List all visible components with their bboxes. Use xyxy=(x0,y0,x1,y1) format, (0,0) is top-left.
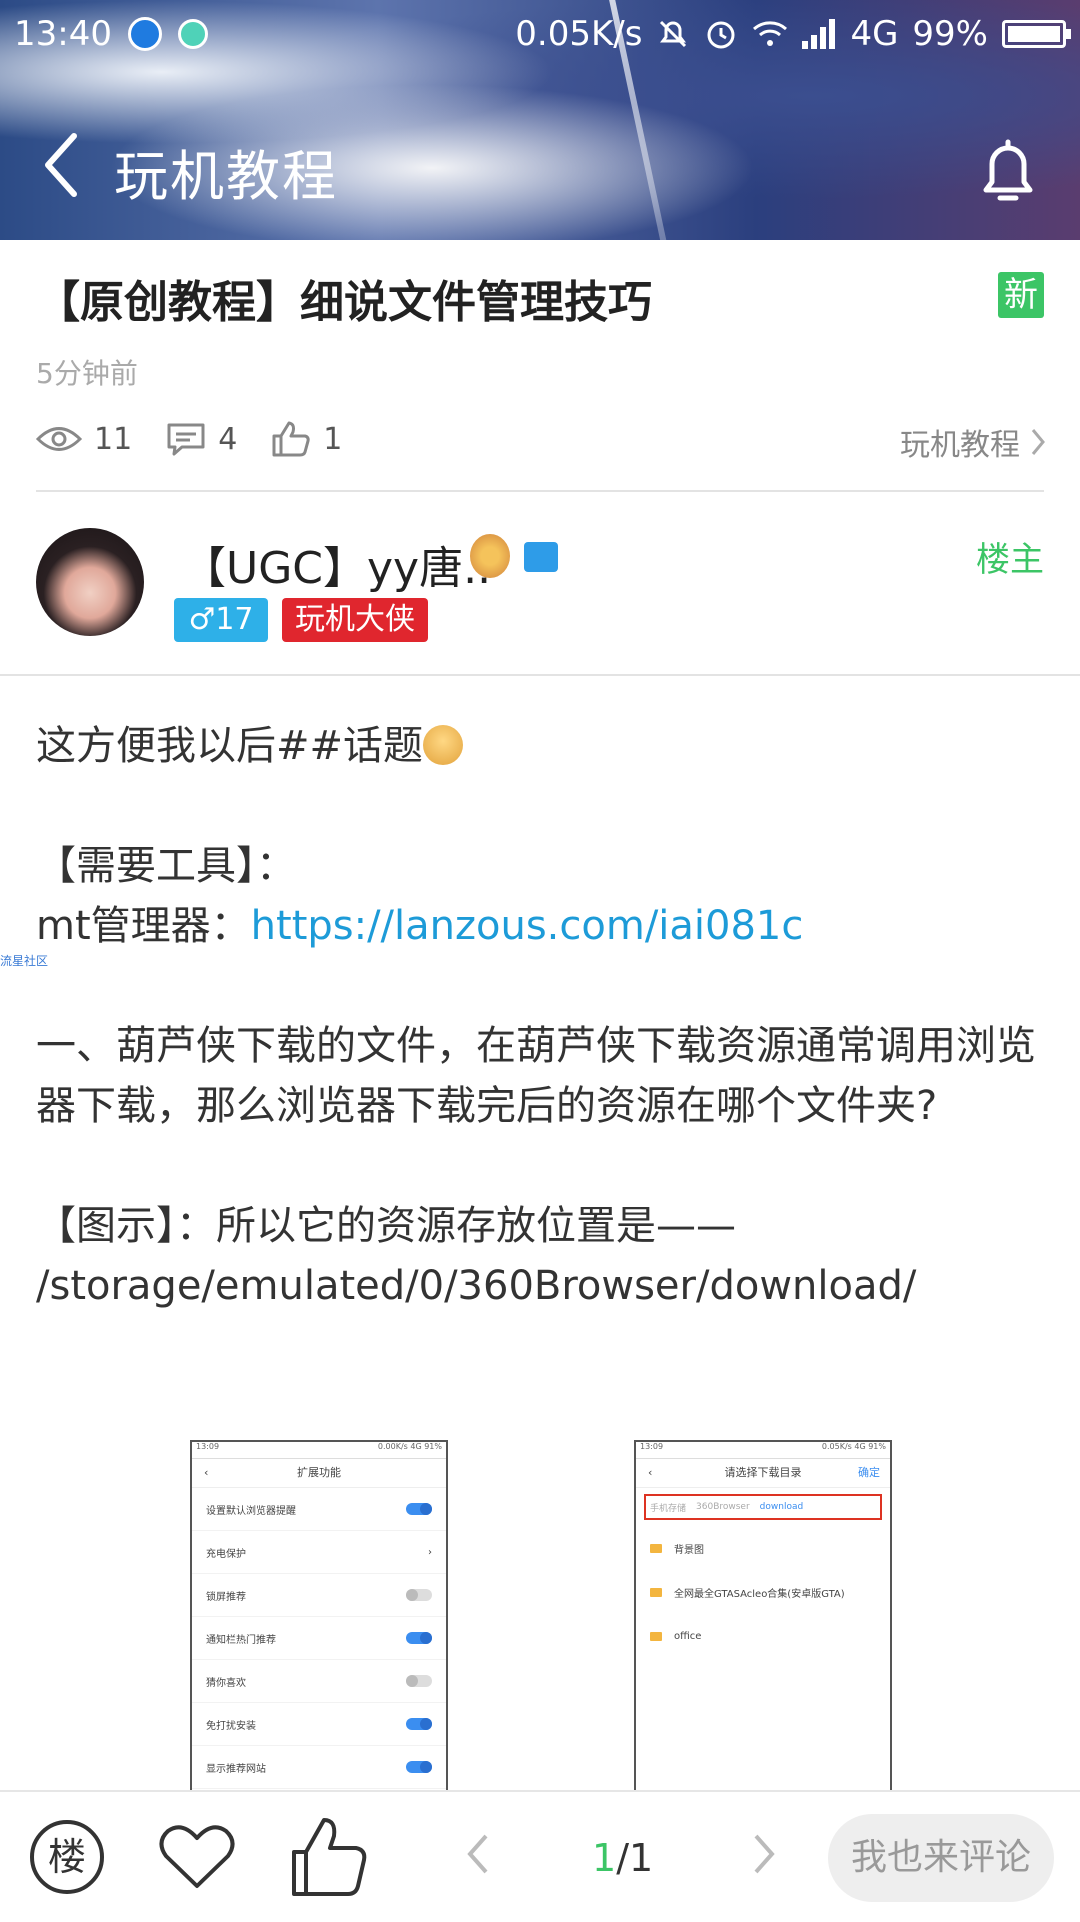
shot-row-label: 充电保护 xyxy=(206,1548,246,1560)
views-stat: 11 xyxy=(36,422,132,457)
shot-row-label: 显示推荐网站 xyxy=(206,1763,266,1775)
floor-icon-label: 楼 xyxy=(48,1835,86,1879)
category-link[interactable]: 玩机教程 xyxy=(900,420,1046,464)
folder-icon xyxy=(650,1543,662,1553)
rank-badge: 玩机大侠 xyxy=(282,598,428,642)
page-current: 1 xyxy=(592,1836,617,1880)
status-bar: 13:40 0.05K/s 4G 99% xyxy=(0,0,1080,70)
folder-icon xyxy=(650,1587,662,1597)
wifi-icon xyxy=(753,21,788,46)
likes-stat: 1 xyxy=(271,420,342,458)
toggle-off-icon xyxy=(406,1675,432,1687)
toggle-off-icon xyxy=(406,1589,432,1601)
video-icon xyxy=(524,542,558,572)
content-line: 这方便我以后##话题 xyxy=(36,723,424,769)
post-stats: 11 4 1 xyxy=(36,420,376,458)
app-notification-icon xyxy=(127,17,162,51)
comment-icon xyxy=(167,423,205,456)
new-badge: 新 xyxy=(998,272,1044,318)
battery-icon xyxy=(1002,20,1071,48)
tools-heading: 【需要工具】： xyxy=(36,843,296,889)
bell-icon[interactable] xyxy=(976,138,1040,208)
shot-row-label: 通知栏热门推荐 xyxy=(206,1634,276,1646)
signal-icon xyxy=(802,19,836,49)
avatar[interactable] xyxy=(36,528,144,636)
comment-input-button[interactable]: 我也来评论 xyxy=(828,1814,1054,1902)
toggle-on-icon xyxy=(406,1761,432,1773)
page-title: 玩机教程 xyxy=(114,145,338,208)
page-total: /1 xyxy=(616,1836,654,1880)
comments-count: 4 xyxy=(218,421,238,457)
floor-jump-icon[interactable]: 楼 xyxy=(28,1818,106,1896)
bottom-action-bar: 楼 1/1 我也来评论 xyxy=(0,1790,1080,1922)
op-label: 楼主 xyxy=(976,540,1044,580)
content-image-settings[interactable]: 13:09 0.00K/s 4G 91% ‹ 扩展功能 设置默认浏览器提醒 充电保护… xyxy=(190,1440,448,1800)
medal-icon xyxy=(470,534,510,578)
alarm-icon xyxy=(707,21,735,49)
shot-title: 请选择下载目录 xyxy=(724,1466,802,1479)
folder-label: 背景图 xyxy=(674,1544,704,1556)
content-image-download-dir[interactable]: 13:09 0.05K/s 4G 91% ‹ 请选择下载目录 确定 手机存储 360B… xyxy=(634,1440,892,1800)
battery-percent: 99% xyxy=(912,14,988,54)
watermark: 流星社区 xyxy=(0,954,49,968)
network-speed: 0.05K/s xyxy=(515,14,643,54)
thumbs-up-icon xyxy=(272,421,310,457)
content-paragraph: 一、葫芦侠下载的文件，在葫芦侠下载资源通常调用浏览器下载，那么浏览器下载完后的资… xyxy=(36,1023,1036,1129)
toggle-on-icon xyxy=(406,1503,432,1515)
heart-icon[interactable] xyxy=(158,1822,236,1892)
thumbs-up-icon[interactable] xyxy=(290,1814,368,1898)
shot-confirm: 确定 xyxy=(858,1466,880,1479)
tool-label: mt管理器： xyxy=(36,903,251,949)
chevron-right-icon xyxy=(1031,429,1045,455)
shot-row-label: 锁屏推荐 xyxy=(206,1591,246,1603)
divider xyxy=(0,674,1080,676)
category-label: 玩机教程 xyxy=(900,428,1020,463)
shot-status-info: 0.00K/s 4G 91% xyxy=(377,1442,442,1451)
chat-notification-icon xyxy=(177,19,208,49)
crumb: download xyxy=(759,1502,804,1512)
storage-path: /storage/emulated/0/360Browser/download/ xyxy=(36,1263,917,1309)
shot-row-label: 猜你喜欢 xyxy=(206,1677,246,1689)
shot-row-label: 设置默认浏览器提醒 xyxy=(206,1505,296,1517)
shot-status-time: 13:09 xyxy=(640,1442,664,1451)
comments-stat: 4 xyxy=(166,421,237,457)
figure-label: 【图示】：所以它的资源存放位置是—— xyxy=(36,1203,736,1249)
shot-title: 扩展功能 xyxy=(297,1466,341,1479)
folder-icon xyxy=(650,1631,662,1641)
likes-count: 1 xyxy=(323,421,343,457)
prev-page-icon[interactable] xyxy=(466,1832,490,1876)
post-content: 这方便我以后##话题 【需要工具】： mt管理器：https://lanzous… xyxy=(36,716,1044,1316)
page-indicator: 1/1 xyxy=(592,1836,653,1880)
crumb: 手机存储 xyxy=(650,1503,687,1514)
shot-row-label: 免打扰安装 xyxy=(206,1720,256,1732)
gender-level-badge: ♂17 xyxy=(174,598,268,642)
post-time: 5分钟前 xyxy=(36,357,138,390)
shot-status-time: 13:09 xyxy=(196,1442,220,1451)
header-banner: 13:40 0.05K/s 4G 99% 玩机教程 xyxy=(0,0,1080,240)
folder-label: 全网最全GTASAcleo合集(安卓版GTA) xyxy=(674,1588,845,1600)
next-page-icon[interactable] xyxy=(752,1832,776,1876)
mute-icon xyxy=(660,20,687,48)
crumb: 360Browser xyxy=(696,1502,750,1512)
author-name[interactable]: 【UGC】yy唐.. xyxy=(182,532,491,596)
post-title: 【原创教程】细说文件管理技巧 xyxy=(36,277,652,328)
toggle-on-icon xyxy=(406,1718,432,1730)
tool-download-link[interactable]: https://lanzous.com/iai081c xyxy=(251,903,804,949)
eye-icon xyxy=(36,427,82,451)
smile-emoji-icon xyxy=(423,725,464,765)
breadcrumb: 手机存储 360Browser download xyxy=(644,1494,882,1520)
network-type: 4G xyxy=(850,14,899,54)
toggle-on-icon xyxy=(406,1632,432,1644)
divider xyxy=(36,490,1044,492)
status-time: 13:40 xyxy=(14,14,112,54)
views-count: 11 xyxy=(94,421,133,457)
back-arrow-icon[interactable] xyxy=(40,130,80,200)
shot-status-info: 0.05K/s 4G 91% xyxy=(821,1442,886,1451)
folder-label: office xyxy=(674,1630,702,1642)
